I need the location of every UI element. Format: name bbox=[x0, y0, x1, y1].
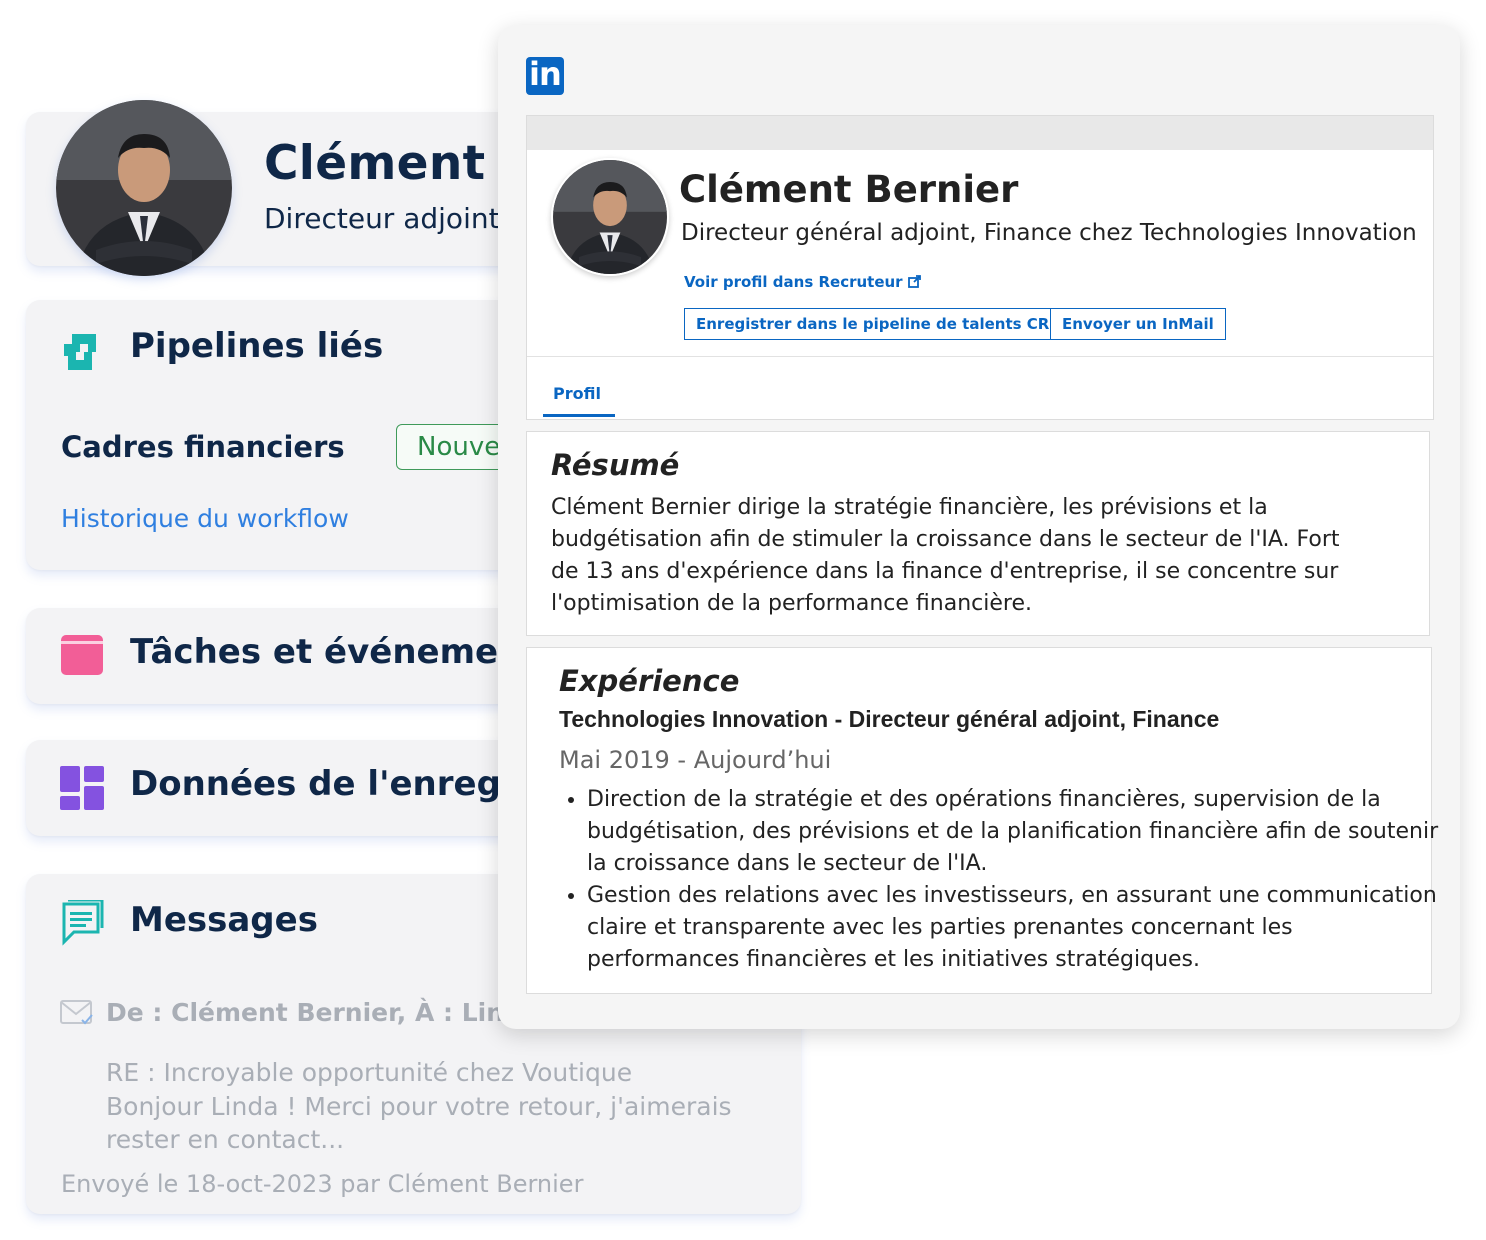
grid-icon bbox=[60, 766, 104, 814]
workflow-history-link[interactable]: Historique du workflow bbox=[61, 504, 349, 533]
linkedin-headline: Directeur général adjoint, Finance chez … bbox=[681, 220, 1417, 246]
message-subject: RE : Incroyable opportunité chez Voutiqu… bbox=[106, 1058, 633, 1087]
mail-icon bbox=[60, 1000, 94, 1030]
experience-title: Expérience bbox=[559, 664, 740, 698]
message-icon bbox=[60, 898, 106, 950]
section-title-messages: Messages bbox=[130, 900, 318, 940]
experience-dates: Mai 2019 - Aujourd’hui bbox=[559, 746, 832, 774]
linkedin-name: Clément Bernier bbox=[679, 168, 1019, 211]
external-link-icon bbox=[907, 273, 921, 291]
view-recruiter-profile-link[interactable]: Voir profil dans Recruteur bbox=[684, 273, 921, 291]
experience-bullets: Direction de la stratégie et des opérati… bbox=[559, 784, 1447, 976]
summary-section: Résumé Clément Bernier dirige la stratég… bbox=[526, 431, 1430, 636]
tab-profile[interactable]: Profil bbox=[553, 384, 601, 403]
tab-underline bbox=[543, 414, 615, 417]
pipeline-icon bbox=[60, 330, 104, 378]
linkedin-panel: in Clément Bernier Directeur général adj… bbox=[498, 25, 1460, 1029]
section-title-tasks: Tâches et événements bbox=[130, 632, 559, 672]
linkedin-profile-card: Clément Bernier Directeur général adjoin… bbox=[526, 115, 1434, 420]
message-sent-info: Envoyé le 18-oct-2023 par Clément Bernie… bbox=[61, 1170, 584, 1198]
list-item: Gestion des relations avec les investiss… bbox=[587, 880, 1447, 976]
summary-title: Résumé bbox=[551, 448, 680, 482]
save-to-crm-pipeline-button[interactable]: Enregistrer dans le pipeline de talents … bbox=[684, 308, 1077, 340]
avatar bbox=[56, 100, 232, 276]
send-inmail-button[interactable]: Envoyer un InMail bbox=[1050, 308, 1226, 340]
profile-banner bbox=[527, 116, 1433, 150]
summary-text: Clément Bernier dirige la stratégie fina… bbox=[551, 495, 1340, 616]
calendar-icon bbox=[60, 633, 104, 681]
pipeline-name: Cadres financiers bbox=[61, 430, 345, 464]
section-title-pipelines: Pipelines liés bbox=[130, 326, 384, 366]
linkedin-logo: in bbox=[526, 55, 564, 95]
divider bbox=[527, 356, 1433, 357]
linkedin-avatar bbox=[551, 158, 669, 276]
experience-role: Technologies Innovation - Directeur géné… bbox=[559, 706, 1220, 732]
message-preview: Bonjour Linda ! Merci pour votre retour,… bbox=[106, 1092, 732, 1154]
experience-section: Expérience Technologies Innovation - Dir… bbox=[526, 647, 1438, 994]
profile-title: Directeur adjoint bbox=[264, 202, 500, 235]
list-item: Direction de la stratégie et des opérati… bbox=[587, 784, 1447, 880]
